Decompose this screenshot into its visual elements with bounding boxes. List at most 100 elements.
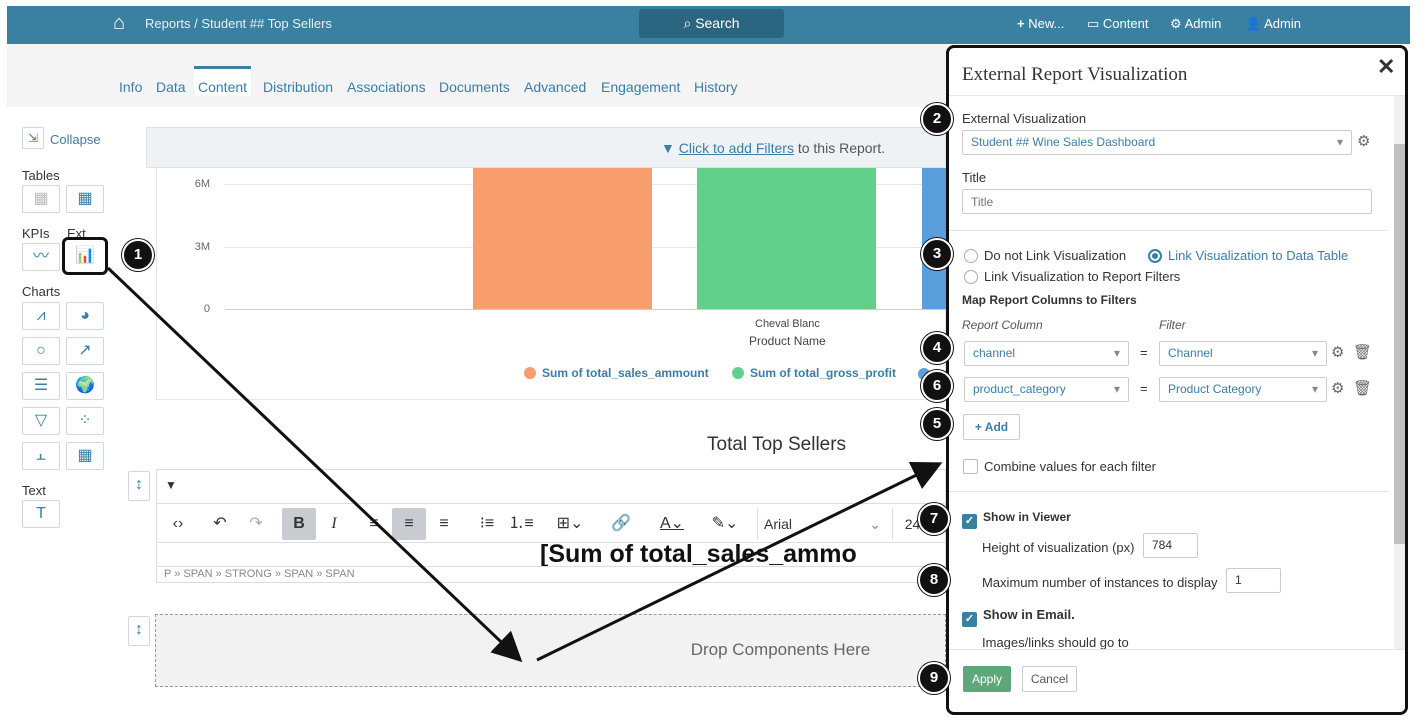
collapse-icon[interactable]: ⇲ — [22, 127, 44, 149]
step-badge: 8 — [918, 564, 950, 596]
tab-associations[interactable]: Associations — [343, 77, 430, 107]
admin-menu[interactable]: ⚙ Admin — [1170, 16, 1221, 32]
trash-icon[interactable]: 🗑 — [1353, 343, 1372, 361]
radio-link-data-table[interactable]: Link Visualization to Data Table — [1148, 248, 1348, 263]
filter-select[interactable]: Product Category — [1159, 377, 1327, 402]
scrollbar[interactable] — [1394, 96, 1405, 649]
tab-documents[interactable]: Documents — [435, 77, 514, 107]
legend-gross-profit[interactable]: Sum of total_gross_profit — [732, 366, 896, 380]
report-column-select[interactable]: channel — [964, 341, 1129, 366]
report-column-select[interactable]: product_category — [964, 377, 1129, 402]
donut-chart-icon[interactable]: ○ — [22, 337, 60, 365]
step-badge: 5 — [921, 408, 953, 440]
trend-chart-icon[interactable]: ↗ — [66, 337, 104, 365]
apply-button[interactable]: Apply — [963, 666, 1011, 692]
pie-chart-icon[interactable]: ◕ — [66, 302, 104, 330]
code-view-icon[interactable]: ‹› — [161, 508, 195, 540]
numbered-list-icon[interactable]: ⒈≡ — [504, 508, 538, 540]
step-badge: 3 — [921, 238, 953, 270]
x-axis — [225, 309, 945, 310]
highlight-icon[interactable]: ✎⌄ — [702, 508, 748, 540]
bar-series-3[interactable] — [922, 150, 946, 309]
external-visualization-label: External Visualization — [962, 111, 1087, 126]
external-visualization-select[interactable]: Student ## Wine Sales Dashboard — [962, 130, 1352, 155]
bar-sales[interactable] — [473, 150, 652, 309]
step-badge: 2 — [921, 103, 953, 135]
font-family-select[interactable]: Arial ⌄ — [757, 508, 887, 540]
tab-advanced[interactable]: Advanced — [520, 77, 590, 107]
resize-handle-icon[interactable]: ↕ — [128, 471, 150, 501]
font-color-icon[interactable]: A⌄ — [649, 508, 695, 540]
tab-distribution[interactable]: Distribution — [259, 77, 337, 107]
text-label: Text — [22, 483, 46, 498]
add-mapping-button[interactable]: + Add — [963, 414, 1020, 440]
x-axis-label: Product Name — [749, 334, 826, 348]
breadcrumb[interactable]: Reports / Student ## Top Sellers — [145, 16, 332, 31]
collapse-link[interactable]: Collapse — [50, 132, 101, 147]
text-icon[interactable]: T — [22, 500, 60, 528]
cancel-button[interactable]: Cancel — [1022, 666, 1077, 692]
title-input[interactable] — [962, 189, 1372, 214]
show-in-email-checkbox[interactable]: ✓ Show in Email. — [962, 607, 1075, 627]
radio-link-report-filters[interactable]: Link Visualization to Report Filters — [964, 269, 1180, 284]
images-links-label: Images/links should go to — [982, 635, 1129, 650]
combine-checkbox[interactable]: Combine values for each filter — [963, 459, 1156, 474]
scatter-chart-icon[interactable]: ⁘ — [66, 407, 104, 435]
table-crosstab-icon[interactable]: ▦ — [66, 185, 104, 213]
bar-chart-icon[interactable]: ☰ — [22, 372, 60, 400]
table-grid-icon[interactable]: ▦ — [22, 185, 60, 213]
gear-icon[interactable]: ⚙ — [1357, 132, 1370, 150]
gear-icon[interactable]: ⚙ — [1331, 343, 1344, 361]
content-button[interactable]: ▭ Content — [1087, 16, 1148, 32]
show-in-viewer-checkbox[interactable]: ✓ Show in Viewer — [962, 510, 1071, 529]
height-input[interactable]: 784 — [1143, 533, 1198, 558]
close-icon[interactable]: ✕ — [1377, 54, 1395, 80]
bold-icon[interactable]: B — [282, 508, 316, 540]
map-heading: Map Report Columns to Filters — [962, 293, 1137, 307]
resize-handle-icon[interactable]: ↕ — [128, 616, 150, 646]
redo-icon[interactable]: ↷ — [239, 508, 273, 540]
filter-header: Filter — [1159, 318, 1186, 332]
add-filters-link[interactable]: Click to add Filters — [679, 140, 794, 156]
external-visualization-icon[interactable]: 📊 — [62, 237, 108, 275]
section-title: Total Top Sellers — [707, 434, 847, 455]
italic-icon[interactable]: I — [317, 508, 351, 540]
equals-sign: = — [1140, 381, 1148, 396]
kpi-icon[interactable]: 〰 — [22, 243, 60, 271]
map-chart-icon[interactable]: 🌍 — [66, 372, 104, 400]
line-chart-icon[interactable]: ⩘ — [22, 302, 60, 330]
align-right-icon[interactable]: ≡ — [427, 508, 461, 540]
radio-no-link[interactable]: Do not Link Visualization — [964, 248, 1126, 263]
trash-icon[interactable]: 🗑 — [1353, 379, 1372, 397]
table-icon[interactable]: ⊞⌄ — [547, 508, 593, 540]
align-left-icon[interactable]: ≡ — [357, 508, 391, 540]
bullet-list-icon[interactable]: ⁝≡ — [470, 508, 504, 540]
legend-sales[interactable]: Sum of total_sales_ammount — [524, 366, 709, 380]
align-center-icon[interactable]: ≡ — [392, 508, 426, 540]
gear-icon[interactable]: ⚙ — [1331, 379, 1344, 397]
tab-bar: Info Data Content Distribution Associati… — [7, 44, 947, 107]
tab-history[interactable]: History — [690, 77, 742, 107]
editor-content[interactable]: [Sum of total_sales_ammo — [540, 540, 946, 566]
kpis-label: KPIs — [22, 226, 50, 241]
undo-icon[interactable]: ↶ — [203, 508, 237, 540]
home-icon[interactable]: ⌂ — [113, 12, 125, 35]
funnel-chart-icon[interactable]: ▽ — [22, 407, 60, 435]
filter-select[interactable]: Channel — [1159, 341, 1327, 366]
title-label: Title — [962, 170, 987, 185]
bar-gross-profit[interactable] — [697, 150, 876, 309]
editor-collapse-icon[interactable]: ▼ — [165, 478, 177, 492]
search-button[interactable]: ⌕ Search — [639, 9, 784, 38]
tab-info[interactable]: Info — [115, 77, 146, 107]
drop-zone[interactable]: Drop Components Here — [155, 614, 946, 687]
max-instances-input[interactable]: 1 — [1226, 568, 1281, 593]
tab-content[interactable]: Content — [194, 66, 252, 96]
user-menu[interactable]: 👤 Admin — [1245, 16, 1301, 32]
tab-engagement[interactable]: Engagement — [597, 77, 684, 107]
heatmap-chart-icon[interactable]: ▦ — [66, 442, 104, 470]
new-button[interactable]: + New... — [1017, 16, 1064, 31]
column-chart-icon[interactable]: ⫠ — [22, 442, 60, 470]
max-instances-label: Maximum number of instances to display — [982, 575, 1218, 590]
tab-data[interactable]: Data — [152, 77, 190, 107]
link-icon[interactable]: 🔗 — [604, 508, 638, 540]
